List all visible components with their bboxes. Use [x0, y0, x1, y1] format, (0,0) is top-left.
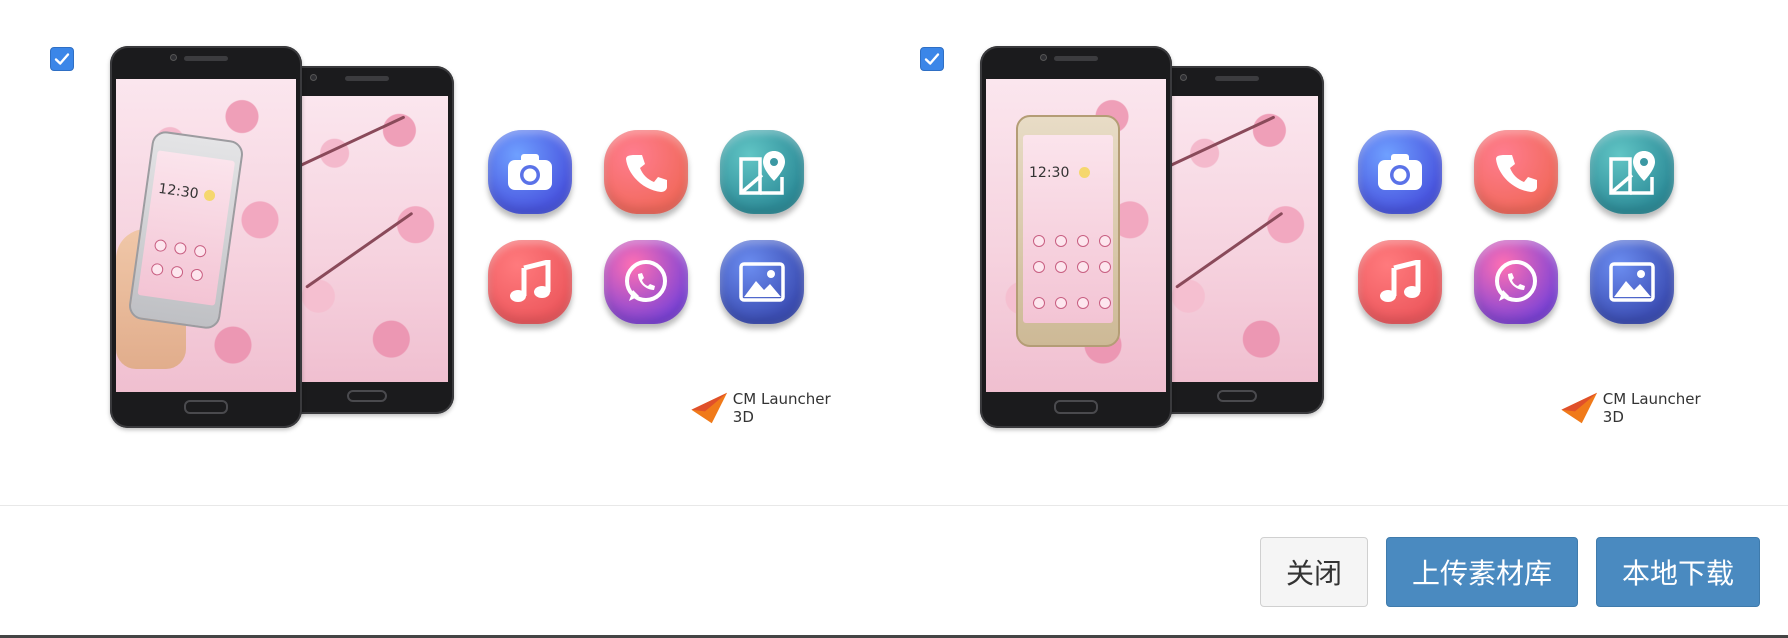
whatsapp-icon [604, 240, 688, 324]
upload-to-library-button[interactable]: 上传素材库 [1386, 537, 1578, 607]
music-icon [1358, 240, 1442, 324]
preview-time: 12:30 [157, 180, 200, 203]
wallpaper-preview [1156, 96, 1318, 382]
brand-name: CM Launcher 3D [1602, 390, 1701, 426]
phone-icon [604, 130, 688, 214]
select-checkbox[interactable] [920, 47, 944, 71]
theme-preview-card[interactable]: 12:30 CM Launcher 3D [918, 40, 1708, 440]
footer-divider [0, 505, 1788, 506]
brand-name: CM Launcher 3D [732, 390, 831, 426]
brand-logo: CM Launcher 3D [688, 388, 838, 428]
app-icon-grid [1358, 130, 1688, 350]
mini-phone-preview: 12:30 [1016, 115, 1120, 347]
gallery-icon [1590, 240, 1674, 324]
cm-launcher-logo-icon [691, 392, 728, 424]
maps-icon [1590, 130, 1674, 214]
theme-preview-card[interactable]: 12:30 CM Launcher 3D [48, 40, 838, 440]
homescreen-preview: 12:30 [116, 79, 296, 392]
brand-logo: CM Launcher 3D [1558, 388, 1708, 428]
app-icon-grid [488, 130, 818, 350]
camera-icon [1358, 130, 1442, 214]
wallpaper-preview [286, 96, 448, 382]
phone-icon [1474, 130, 1558, 214]
gallery-icon [720, 240, 804, 324]
music-icon [488, 240, 572, 324]
maps-icon [720, 130, 804, 214]
phone-mockup-front: 12:30 [980, 46, 1172, 428]
checkmark-icon [924, 53, 940, 65]
local-download-button[interactable]: 本地下载 [1596, 537, 1760, 607]
phone-mockup-back [280, 66, 454, 414]
close-button[interactable]: 关闭 [1260, 537, 1368, 607]
image-picker-dialog: 12:30 CM Launcher 3D 12:30 CM Launcher 3… [0, 0, 1788, 638]
whatsapp-icon [1474, 240, 1558, 324]
select-checkbox[interactable] [50, 47, 74, 71]
preview-time: 12:30 [1029, 165, 1070, 181]
phone-mockup-front: 12:30 [110, 46, 302, 428]
phone-mockup-back [1150, 66, 1324, 414]
checkmark-icon [54, 53, 70, 65]
cm-launcher-logo-icon [1561, 392, 1598, 424]
mini-phone-preview: 12:30 [127, 129, 245, 331]
homescreen-preview: 12:30 [986, 79, 1166, 392]
camera-icon [488, 130, 572, 214]
